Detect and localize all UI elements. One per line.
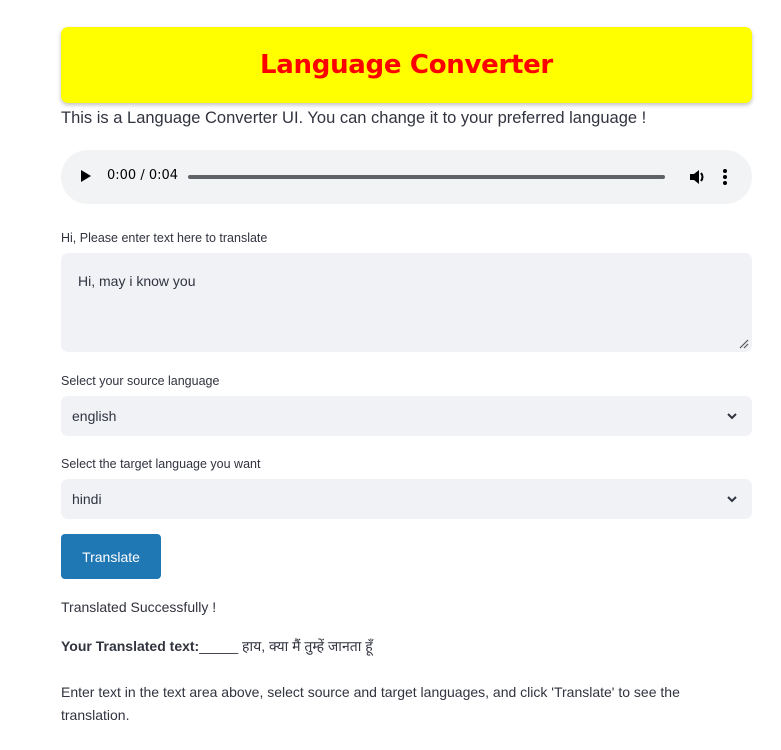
result-label: Your Translated text:: [61, 638, 200, 654]
translate-button[interactable]: Translate: [61, 534, 161, 579]
source-language-select[interactable]: english: [61, 396, 752, 436]
status-text: Translated Successfully !: [61, 599, 217, 615]
target-language-value: hindi: [72, 491, 102, 507]
text-input-label: Hi, Please enter text here to translate: [61, 231, 268, 245]
audio-player: 0:00 / 0:04: [61, 150, 752, 204]
intro-text: This is a Language Converter UI. You can…: [61, 109, 647, 127]
resize-grip-icon[interactable]: [737, 337, 749, 349]
page-title: Language Converter: [260, 50, 553, 80]
audio-progress-bar[interactable]: [188, 175, 665, 179]
volume-icon[interactable]: [687, 167, 707, 187]
target-language-label: Select the target language you want: [61, 457, 261, 471]
result-separator: _____: [199, 638, 239, 654]
translate-text-input[interactable]: Hi, may i know you: [61, 253, 752, 352]
chevron-down-icon: [727, 413, 737, 420]
result-value: हाय, क्या मैं तुम्हें जानता हूँ: [238, 638, 373, 654]
chevron-down-icon: [727, 496, 737, 503]
hint-text: Enter text in the text area above, selec…: [61, 684, 680, 723]
audio-time-display: 0:00 / 0:04: [107, 168, 179, 183]
title-banner: Language Converter: [61, 27, 752, 103]
target-language-select[interactable]: hindi: [61, 479, 752, 519]
more-options-icon[interactable]: [718, 167, 732, 187]
source-language-value: english: [72, 408, 117, 424]
translated-result: Your Translated text:_____ हाय, क्या मैं…: [61, 637, 373, 656]
play-icon[interactable]: [81, 170, 91, 182]
source-language-label: Select your source language: [61, 374, 220, 388]
